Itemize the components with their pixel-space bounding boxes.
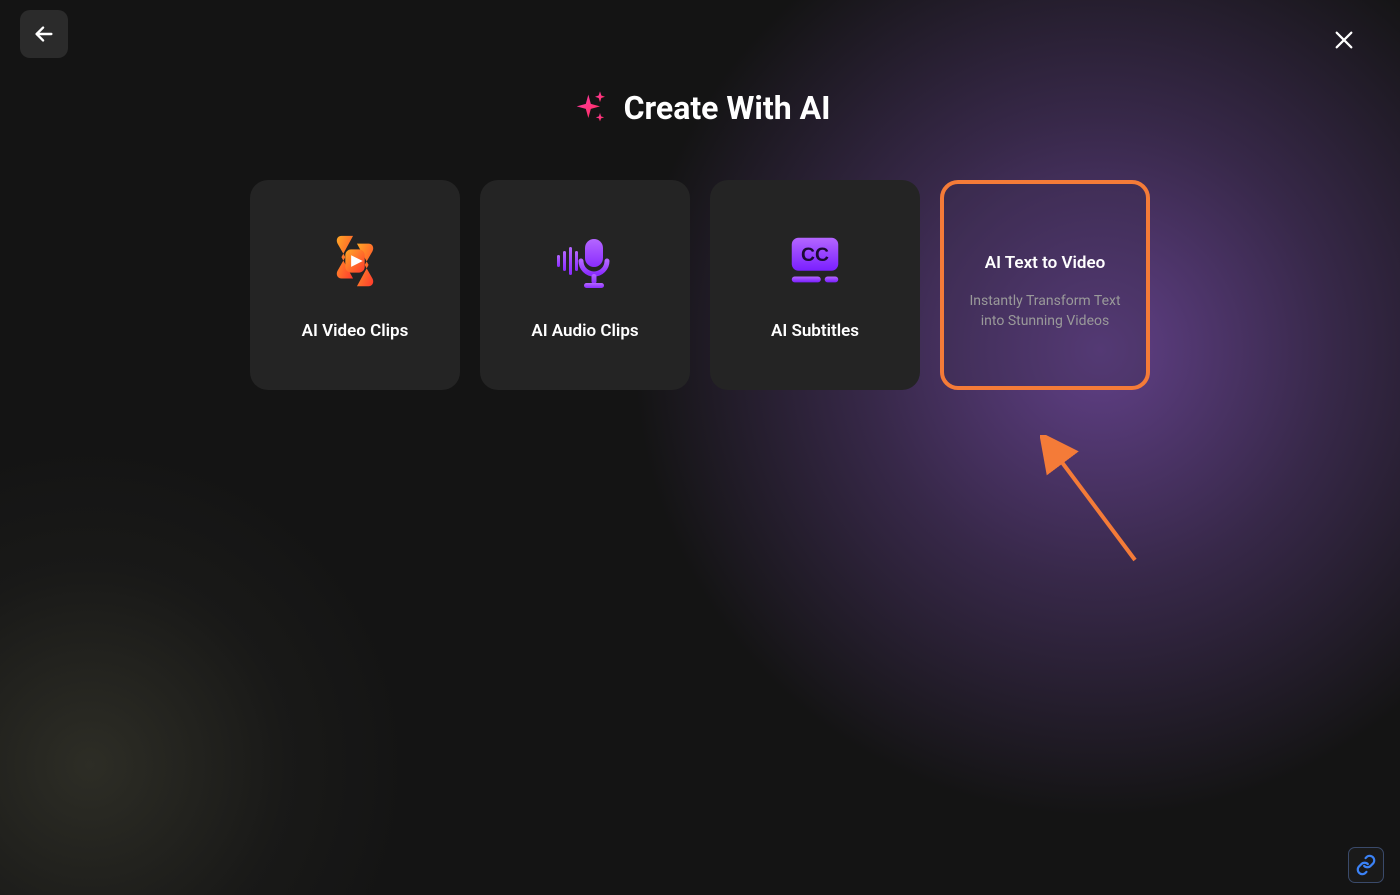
card-ai-text-to-video[interactable]: AI Text to Video Instantly Transform Tex… bbox=[940, 180, 1150, 390]
sparkle-icon bbox=[570, 88, 610, 128]
svg-text:CC: CC bbox=[801, 244, 829, 266]
card-ai-video-clips[interactable]: AI Video Clips bbox=[250, 180, 460, 390]
card-ai-audio-clips[interactable]: AI Audio Clips bbox=[480, 180, 690, 390]
page-title: Create With AI bbox=[624, 89, 831, 127]
close-button[interactable] bbox=[1332, 28, 1356, 52]
background-glow-purple bbox=[550, 0, 1400, 895]
card-ai-subtitles[interactable]: CC AI Subtitles bbox=[710, 180, 920, 390]
subtitles-icon: CC bbox=[783, 229, 847, 293]
link-icon bbox=[1355, 854, 1377, 876]
close-icon bbox=[1333, 29, 1355, 51]
audio-clips-icon bbox=[553, 229, 617, 293]
card-title: AI Subtitles bbox=[771, 321, 859, 341]
arrow-left-icon bbox=[33, 23, 55, 45]
back-button[interactable] bbox=[20, 10, 68, 58]
annotation-arrow bbox=[1040, 435, 1160, 575]
extension-badge[interactable] bbox=[1348, 847, 1384, 883]
feature-cards: AI Video Clips bbox=[250, 180, 1150, 390]
card-title: AI Video Clips bbox=[302, 321, 409, 341]
page-header: Create With AI bbox=[0, 88, 1400, 128]
card-subtitle: Instantly Transform Text into Stunning V… bbox=[944, 291, 1146, 332]
background-glow-olive bbox=[0, 415, 440, 895]
video-clips-icon bbox=[323, 229, 387, 293]
card-title: AI Audio Clips bbox=[531, 321, 638, 341]
card-title: AI Text to Video bbox=[985, 253, 1106, 273]
